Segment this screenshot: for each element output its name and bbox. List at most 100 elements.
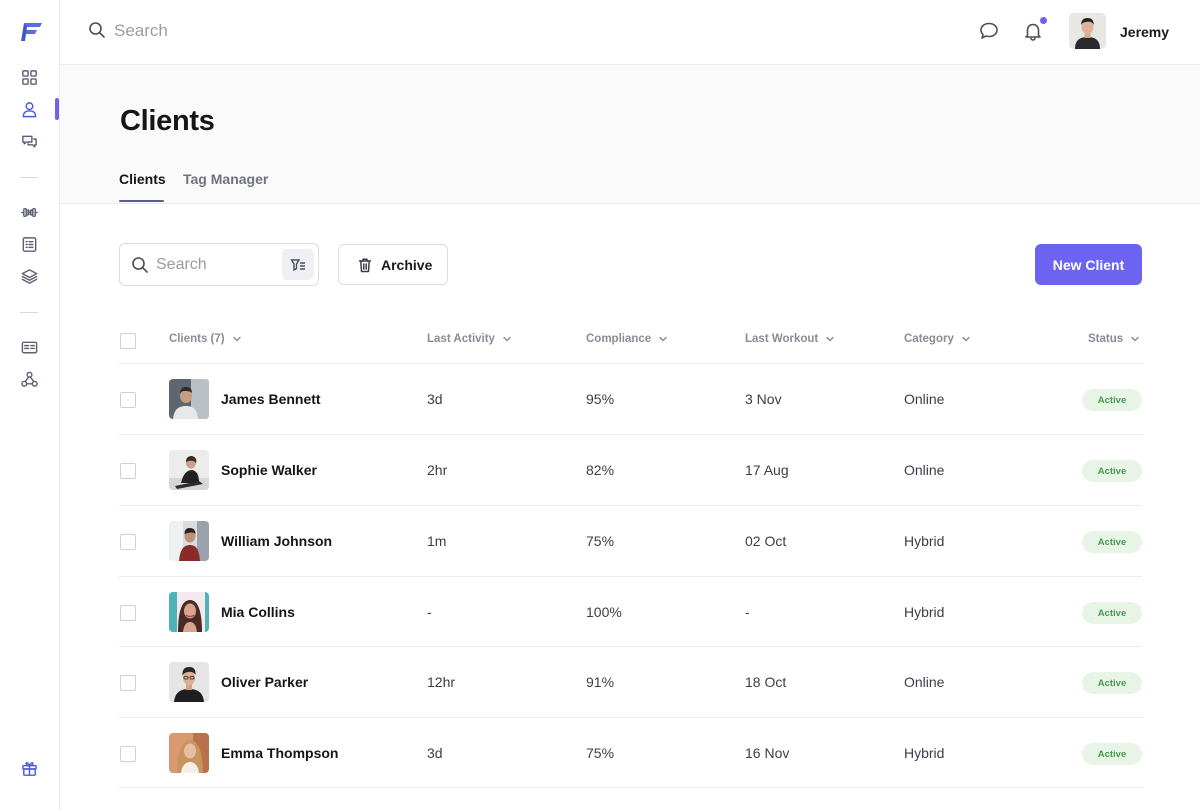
row-checkbox[interactable] <box>120 463 136 479</box>
chevron-down-icon <box>232 334 242 344</box>
library-icon[interactable] <box>18 265 40 287</box>
client-name[interactable]: Emma Thompson <box>221 745 338 761</box>
column-header-status[interactable]: Status <box>1088 333 1140 345</box>
compliance-cell: 91% <box>586 674 615 690</box>
chevron-down-icon <box>658 334 668 344</box>
table-row[interactable]: Oliver Parker 12hr 91% 18 Oct Online Act… <box>0 647 1200 717</box>
tab-tag-manager[interactable]: Tag Manager <box>183 171 268 187</box>
category-cell: Hybrid <box>904 533 945 549</box>
table-row[interactable]: James Bennett 3d 95% 3 Nov Online Active <box>0 364 1200 434</box>
column-header-label: Status <box>1088 333 1124 345</box>
workouts-icon[interactable] <box>18 201 40 223</box>
user-avatar[interactable] <box>1069 13 1106 49</box>
select-all-checkbox[interactable] <box>120 333 136 349</box>
table-row[interactable]: Sophie Walker 2hr 82% 17 Aug Online Acti… <box>0 435 1200 505</box>
search-icon <box>131 256 149 274</box>
column-header-label: Category <box>904 333 954 345</box>
billing-icon[interactable] <box>18 336 40 358</box>
table-row[interactable]: Mia Collins - 100% - Hybrid Active <box>0 577 1200 647</box>
new-client-button[interactable]: New Client <box>1035 244 1142 285</box>
row-checkbox[interactable] <box>120 675 136 691</box>
client-search-input[interactable] <box>156 254 276 276</box>
column-header-last-workout[interactable]: Last Workout <box>745 333 835 345</box>
page-header: Clients Clients Tag Manager <box>60 65 1200 204</box>
client-avatar <box>169 592 209 632</box>
category-cell: Online <box>904 462 945 478</box>
search-icon <box>88 21 106 39</box>
messages-icon[interactable] <box>18 130 40 152</box>
row-checkbox[interactable] <box>120 392 136 408</box>
category-cell: Online <box>904 391 945 407</box>
last-activity-cell: 2hr <box>427 462 448 478</box>
status-badge: Active <box>1082 743 1142 765</box>
column-header-category[interactable]: Category <box>904 333 971 345</box>
trash-icon <box>358 257 372 272</box>
status-badge: Active <box>1082 602 1142 624</box>
status-badge: Active <box>1082 460 1142 482</box>
dashboard-icon[interactable] <box>18 66 40 88</box>
column-header-compliance[interactable]: Compliance <box>586 333 668 345</box>
status-badge: Active <box>1082 531 1142 553</box>
chevron-down-icon <box>1130 334 1140 344</box>
chevron-down-icon <box>502 334 512 344</box>
status-badge: Active <box>1082 389 1142 411</box>
filter-icon <box>290 258 306 271</box>
category-cell: Hybrid <box>904 604 945 620</box>
client-avatar <box>169 662 209 702</box>
sidebar-divider <box>20 312 38 313</box>
sidebar-divider <box>20 177 38 178</box>
user-name[interactable]: Jeremy <box>1120 24 1169 40</box>
tab-clients[interactable]: Clients <box>119 171 166 187</box>
last-activity-cell: 3d <box>427 745 443 761</box>
client-avatar <box>169 733 209 773</box>
chevron-down-icon <box>825 334 835 344</box>
compliance-cell: 75% <box>586 533 615 549</box>
global-search-input[interactable] <box>114 18 514 44</box>
category-cell: Hybrid <box>904 745 945 761</box>
active-nav-indicator <box>55 98 59 120</box>
client-name[interactable]: Oliver Parker <box>221 674 308 690</box>
compliance-cell: 82% <box>586 462 615 478</box>
archive-button[interactable]: Archive <box>338 244 448 285</box>
last-activity-cell: 3d <box>427 391 443 407</box>
row-checkbox[interactable] <box>120 746 136 762</box>
compliance-cell: 100% <box>586 604 622 620</box>
client-name[interactable]: James Bennett <box>221 391 321 407</box>
programs-icon[interactable] <box>18 233 40 255</box>
row-checkbox[interactable] <box>120 534 136 550</box>
category-cell: Online <box>904 674 945 690</box>
compliance-cell: 95% <box>586 391 615 407</box>
app-logo[interactable] <box>20 21 44 43</box>
page-title: Clients <box>120 105 215 137</box>
client-search-box <box>119 243 319 286</box>
row-checkbox[interactable] <box>120 605 136 621</box>
last-activity-cell: - <box>427 604 432 620</box>
column-header-label: Last Activity <box>427 333 495 345</box>
last-workout-cell: - <box>745 604 750 620</box>
column-header-clients[interactable]: Clients (7) <box>169 333 242 345</box>
status-badge: Active <box>1082 672 1142 694</box>
active-tab-underline <box>119 200 164 202</box>
last-activity-cell: 12hr <box>427 674 456 690</box>
client-avatar <box>169 450 209 490</box>
table-row[interactable]: Emma Thompson 3d 75% 16 Nov Hybrid Activ… <box>0 718 1200 788</box>
last-workout-cell: 18 Oct <box>745 674 787 690</box>
column-header-label: Last Workout <box>745 333 819 345</box>
notification-dot <box>1040 17 1047 24</box>
filter-button[interactable] <box>282 249 314 280</box>
chat-icon[interactable] <box>977 19 1001 43</box>
archive-label: Archive <box>381 256 433 273</box>
column-header-label: Clients (7) <box>169 333 225 345</box>
client-name[interactable]: William Johnson <box>221 533 332 549</box>
table-row[interactable]: William Johnson 1m 75% 02 Oct Hybrid Act… <box>0 506 1200 576</box>
last-workout-cell: 3 Nov <box>745 391 782 407</box>
last-workout-cell: 17 Aug <box>745 462 789 478</box>
clients-icon[interactable] <box>18 98 40 120</box>
client-name[interactable]: Sophie Walker <box>221 462 317 478</box>
chevron-down-icon <box>961 334 971 344</box>
row-divider <box>119 787 1142 788</box>
client-name[interactable]: Mia Collins <box>221 604 295 620</box>
column-header-last-activity[interactable]: Last Activity <box>427 333 512 345</box>
column-header-label: Compliance <box>586 333 652 345</box>
top-bar: Jeremy <box>60 0 1200 65</box>
